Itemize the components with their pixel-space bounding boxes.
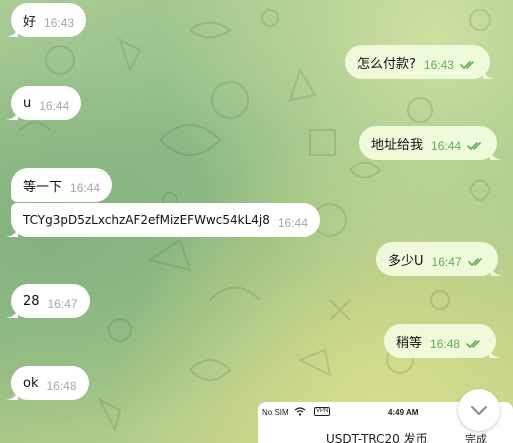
message-text: 好 <box>23 14 37 30</box>
message-text: 28 <box>23 293 40 309</box>
message-time: 16:44 <box>277 216 308 230</box>
carrier-label: No SIM <box>262 408 289 417</box>
scroll-to-bottom-button[interactable] <box>458 389 500 431</box>
message-time: 16:47 <box>47 297 78 311</box>
message-bubble[interactable]: TCYg3pD5zLxchzAF2efMizEFWwc54kL4j8 16:44 <box>6 203 320 237</box>
attachment-title: USDT-TRC20 发币 <box>326 432 428 443</box>
vpn-badge: VPN <box>314 407 331 416</box>
bubble-tail <box>6 108 18 120</box>
message-text: 稍等 <box>396 335 423 351</box>
done-button: 完成 <box>465 433 487 443</box>
double-check-icon <box>460 60 478 70</box>
message-bubble[interactable]: 等一下 16:44 <box>11 168 113 202</box>
bubble-tail <box>490 264 503 276</box>
message-bubble[interactable]: 多少U 16:47 <box>376 242 503 276</box>
message-bubble[interactable]: 地址给我 16:44 <box>359 126 503 160</box>
double-check-icon <box>467 257 486 267</box>
phone-clock: 4:49 AM <box>388 408 419 417</box>
message-text: 地址给我 <box>371 137 424 153</box>
double-check-icon <box>466 339 484 349</box>
wifi-icon <box>294 407 306 416</box>
message-time: 16:43 <box>423 58 454 72</box>
bubble-tail <box>490 148 503 160</box>
bubble-tail <box>482 67 495 79</box>
message-time: 16:44 <box>70 181 101 195</box>
bubble-tail <box>6 225 18 237</box>
message-text: 多少U <box>388 253 424 269</box>
message-time: 16:47 <box>431 255 462 269</box>
message-time: 16:43 <box>44 16 75 30</box>
message-bubble[interactable]: ok 16:48 <box>6 366 89 400</box>
message-time: 16:48 <box>430 337 461 351</box>
message-bubble[interactable]: u 16:44 <box>6 86 82 120</box>
message-bubble[interactable]: 好 16:43 <box>6 3 87 37</box>
bubble-tail <box>489 346 502 358</box>
message-bubble[interactable]: 28 16:47 <box>6 284 90 318</box>
message-time: 16:44 <box>431 139 462 153</box>
message-bubble[interactable]: 怎么付款? 16:43 <box>345 45 495 79</box>
bubble-tail <box>6 25 18 37</box>
message-text: u <box>23 95 32 111</box>
message-time: 16:44 <box>39 99 70 113</box>
message-bubble[interactable]: 稍等 16:48 <box>384 324 502 358</box>
message-text: ok <box>23 375 39 391</box>
message-text: 怎么付款? <box>357 56 416 72</box>
chevron-down-icon <box>471 406 487 415</box>
message-time: 16:48 <box>46 379 77 393</box>
message-text: TCYg3pD5zLxchzAF2efMizEFWwc54kL4j8 <box>23 213 270 227</box>
message-text: 等一下 <box>23 179 63 195</box>
double-check-icon <box>467 141 485 151</box>
bubble-tail <box>6 388 18 400</box>
bubble-tail <box>6 306 18 318</box>
